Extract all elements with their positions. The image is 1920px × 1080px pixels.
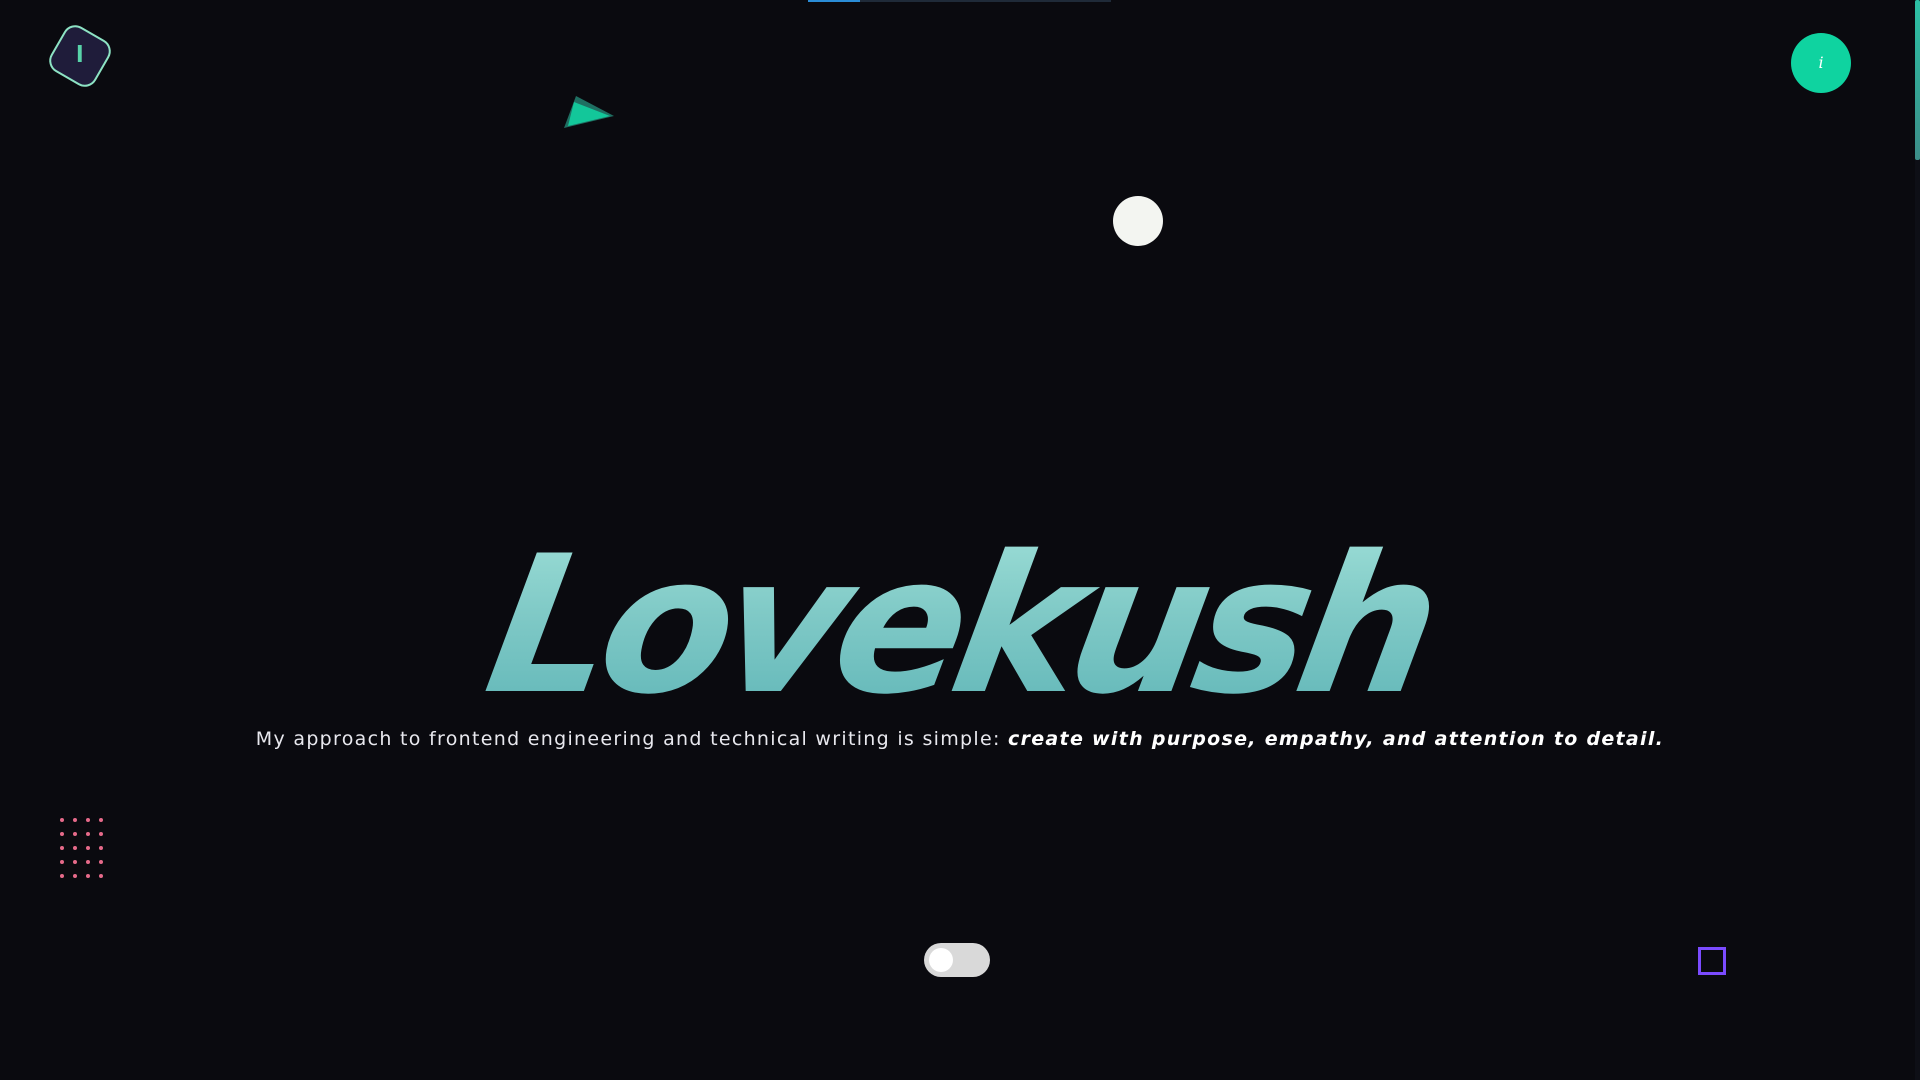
dot: [60, 860, 64, 864]
tagline: My approach to frontend engineering and …: [0, 727, 1920, 751]
dot: [99, 860, 103, 864]
dot: [86, 874, 90, 878]
dot: [86, 860, 90, 864]
dot: [99, 874, 103, 878]
dot: [60, 874, 64, 878]
dot: [73, 818, 77, 822]
tagline-emphasis: create with purpose, empathy, and attent…: [1008, 728, 1665, 750]
dot: [60, 846, 64, 850]
top-progress-track: [808, 0, 1111, 2]
scrollbar-thumb[interactable]: [1915, 0, 1920, 160]
dot: [73, 832, 77, 836]
dot: [99, 832, 103, 836]
dot: [60, 818, 64, 822]
dot: [86, 832, 90, 836]
triangle-shape: [564, 96, 614, 128]
info-icon: i: [1818, 53, 1824, 72]
logo-icon: l: [76, 42, 84, 68]
dot: [86, 818, 90, 822]
dot: [73, 874, 77, 878]
dot: [60, 832, 64, 836]
square-outline-shape: [1698, 947, 1726, 975]
tagline-text: My approach to frontend engineering and …: [255, 728, 1009, 750]
theme-toggle[interactable]: [924, 943, 990, 977]
logo-link[interactable]: l: [44, 20, 116, 92]
dot: [99, 846, 103, 850]
dot: [86, 846, 90, 850]
circle-shape: [1113, 196, 1163, 246]
toggle-knob: [929, 948, 953, 972]
dot: [99, 818, 103, 822]
dot: [73, 860, 77, 864]
page: l i Lovekush My approach to frontend eng…: [0, 0, 1920, 1080]
dot-grid-shape: [60, 818, 103, 878]
dot: [73, 846, 77, 850]
hero-name: Lovekush: [0, 515, 1920, 736]
top-progress-bar: [808, 0, 860, 2]
info-button[interactable]: i: [1791, 33, 1851, 93]
